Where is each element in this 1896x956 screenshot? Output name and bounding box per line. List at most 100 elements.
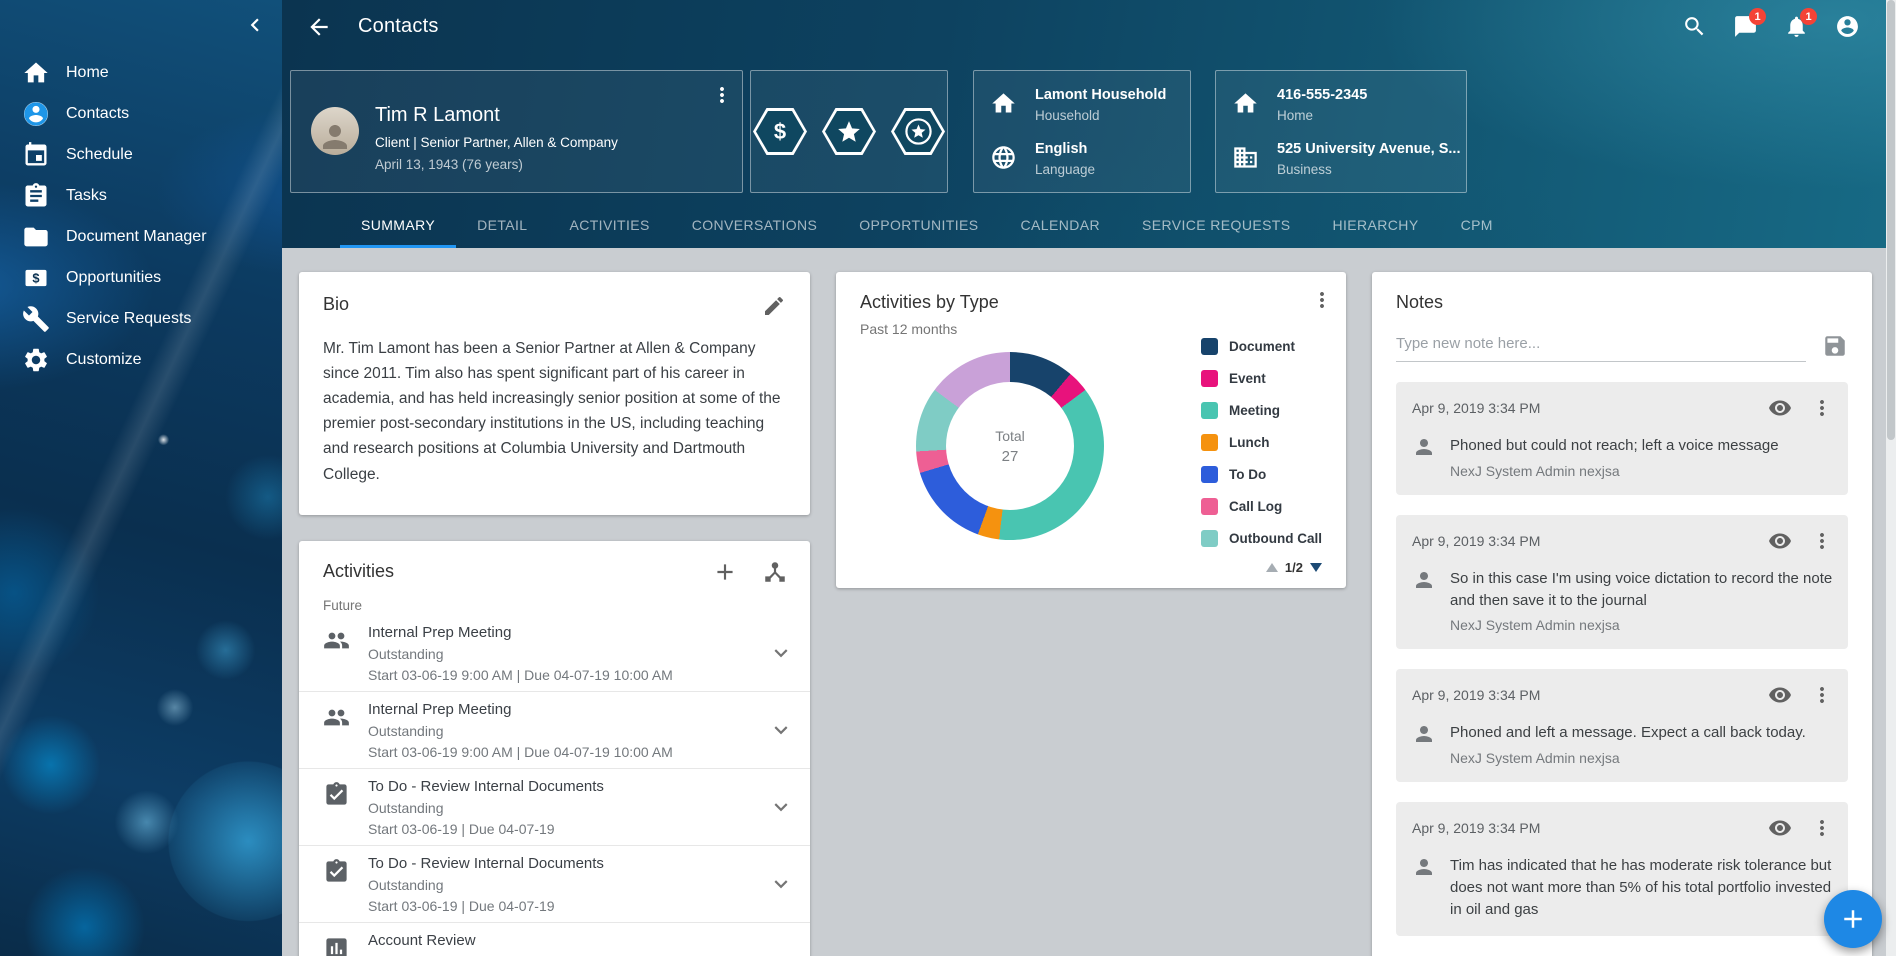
note-header: Apr 9, 2019 3:34 PM <box>1412 816 1834 840</box>
task-icon <box>323 781 350 808</box>
household-row[interactable]: Lamont Household Household <box>990 87 1166 123</box>
activity-item[interactable]: Internal Prep MeetingOutstandingStart 03… <box>299 692 810 769</box>
column-right: Notes Apr 9, 2019 3:34 PMPhoned but coul… <box>1372 272 1872 956</box>
tab-hierarchy[interactable]: HIERARCHY <box>1312 204 1440 248</box>
sidebar-item-opportunities[interactable]: Opportunities <box>0 257 282 298</box>
chevron-down-icon[interactable] <box>768 717 794 743</box>
tab-cpm[interactable]: CPM <box>1440 204 1514 248</box>
tab-activities[interactable]: ACTIVITIES <box>548 204 670 248</box>
person-icon <box>1412 435 1436 459</box>
note-timestamp: Apr 9, 2019 3:34 PM <box>1412 820 1540 836</box>
sidebar-collapse-button[interactable] <box>242 12 268 38</box>
folder-icon <box>22 223 50 251</box>
visibility-icon[interactable] <box>1768 683 1792 707</box>
account-icon[interactable] <box>1835 14 1860 39</box>
sidebar-item-contacts[interactable]: Contacts <box>0 93 282 134</box>
tab-detail[interactable]: DETAIL <box>456 204 548 248</box>
dollar-badge[interactable]: $ <box>753 108 807 155</box>
bio-card: Bio Mr. Tim Lamont has been a Senior Par… <box>299 272 810 515</box>
scrollbar-thumb[interactable] <box>1887 0 1895 440</box>
search-icon[interactable] <box>1682 14 1707 39</box>
star-circle-badge[interactable] <box>891 108 945 155</box>
activity-item-text: To Do - Review Internal Documents Outstan… <box>368 855 604 914</box>
page-title: Contacts <box>358 15 439 38</box>
notes-list: Apr 9, 2019 3:34 PM Phoned but could not … <box>1396 382 1848 936</box>
tab-opportunities[interactable]: OPPORTUNITIES <box>838 204 999 248</box>
notifications-bell-icon[interactable]: 1 <box>1784 14 1809 39</box>
activity-status: Outstanding <box>368 800 604 816</box>
activity-item-text: Internal Prep MeetingOutstandingStart 03… <box>368 701 673 760</box>
legend-swatch <box>1201 434 1218 451</box>
note-text-block: So in this case I'm using voice dictatio… <box>1450 568 1834 634</box>
chevron-down-icon[interactable] <box>768 948 794 956</box>
note-menu-button[interactable] <box>1810 683 1834 707</box>
activity-dates: Start 03-06-19 9:00 AM | Due 04-07-19 10… <box>368 744 673 760</box>
chart-legend: DocumentEventMeetingLunchTo DoCall LogOu… <box>1201 336 1322 548</box>
chevron-down-icon[interactable] <box>768 794 794 820</box>
hierarchy-button[interactable] <box>762 559 788 585</box>
star-badge[interactable] <box>822 108 876 155</box>
chart-menu-button[interactable] <box>1310 288 1334 312</box>
visibility-icon[interactable] <box>1768 529 1792 553</box>
language-label: Language <box>1035 162 1095 177</box>
note-text-block: Tim has indicated that he has moderate r… <box>1450 855 1834 920</box>
activities-list: Internal Prep MeetingOutstandingStart 03… <box>299 615 810 956</box>
activity-item[interactable]: Internal Prep MeetingOutstandingStart 03… <box>299 615 810 692</box>
legend-page-down-icon[interactable] <box>1310 563 1322 572</box>
sidebar-item-label: Schedule <box>66 146 133 164</box>
tab-conversations[interactable]: CONVERSATIONS <box>671 204 839 248</box>
note-menu-button[interactable] <box>1810 396 1834 420</box>
sidebar-item-home[interactable]: Home <box>0 52 282 93</box>
profile-menu-button[interactable] <box>710 83 734 107</box>
sidebar-item-customize[interactable]: Customize <box>0 339 282 380</box>
activity-item[interactable]: Account ReviewOutstandingStart 24-05-19 … <box>299 923 810 956</box>
tab-summary[interactable]: SUMMARY <box>340 204 456 248</box>
edit-bio-button[interactable] <box>762 294 786 318</box>
phone-number: 416-555-2345 <box>1277 87 1367 103</box>
chevron-down-icon[interactable] <box>768 640 794 666</box>
activity-status: Outstanding <box>368 877 604 893</box>
sidebar-item-service-requests[interactable]: Service Requests <box>0 298 282 339</box>
star-circle-icon <box>904 117 933 146</box>
column-left: Bio Mr. Tim Lamont has been a Senior Par… <box>299 272 810 956</box>
save-note-button[interactable] <box>1822 333 1848 359</box>
note-menu-button[interactable] <box>1810 529 1834 553</box>
activity-item[interactable]: To Do - Review Internal Documents Outstan… <box>299 769 810 846</box>
visibility-icon[interactable] <box>1768 816 1792 840</box>
phone-row[interactable]: 416-555-2345 Home <box>1232 87 1367 123</box>
activities-card: Activities Future Internal Prep MeetingO… <box>299 541 810 956</box>
sidebar-item-tasks[interactable]: Tasks <box>0 175 282 216</box>
task-icon <box>323 858 350 885</box>
fab-add-button[interactable] <box>1824 890 1882 948</box>
sidebar-item-document-manager[interactable]: Document Manager <box>0 216 282 257</box>
tab-service-requests[interactable]: SERVICE REQUESTS <box>1121 204 1312 248</box>
note-actions <box>1768 529 1834 553</box>
chevron-down-icon[interactable] <box>768 871 794 897</box>
column-middle: Activities by Type Past 12 months Total … <box>836 272 1346 956</box>
activity-title: To Do - Review Internal Documents <box>368 778 604 795</box>
address-row[interactable]: 525 University Avenue, S... Business <box>1232 141 1460 177</box>
note-menu-button[interactable] <box>1810 816 1834 840</box>
note-text: Phoned and left a message. Expect a call… <box>1450 722 1806 744</box>
legend-page-indicator: 1/2 <box>1285 560 1303 575</box>
new-note-input[interactable] <box>1396 329 1806 362</box>
sidebar-item-label: Document Manager <box>66 228 207 246</box>
note-timestamp: Apr 9, 2019 3:34 PM <box>1412 533 1540 549</box>
sidebar-item-schedule[interactable]: Schedule <box>0 134 282 175</box>
household-card: Lamont Household Household English Langu… <box>973 70 1191 193</box>
activity-title: To Do - Review Internal Documents <box>368 855 604 872</box>
activity-item[interactable]: To Do - Review Internal Documents Outstan… <box>299 846 810 923</box>
note-text-block: Phoned but could not reach; left a voice… <box>1450 435 1779 479</box>
tab-calendar[interactable]: CALENDAR <box>1000 204 1121 248</box>
gear-icon <box>22 346 50 374</box>
page-scrollbar[interactable] <box>1886 0 1896 956</box>
add-activity-button[interactable] <box>712 559 738 585</box>
back-button[interactable] <box>306 14 332 40</box>
legend-item: Lunch <box>1201 432 1322 452</box>
visibility-icon[interactable] <box>1768 396 1792 420</box>
legend-page-up-icon[interactable] <box>1266 563 1278 572</box>
sidebar-item-label: Opportunities <box>66 269 161 287</box>
language-row[interactable]: English Language <box>990 141 1095 177</box>
person-icon <box>1412 568 1436 592</box>
chat-icon[interactable]: 1 <box>1733 14 1758 39</box>
